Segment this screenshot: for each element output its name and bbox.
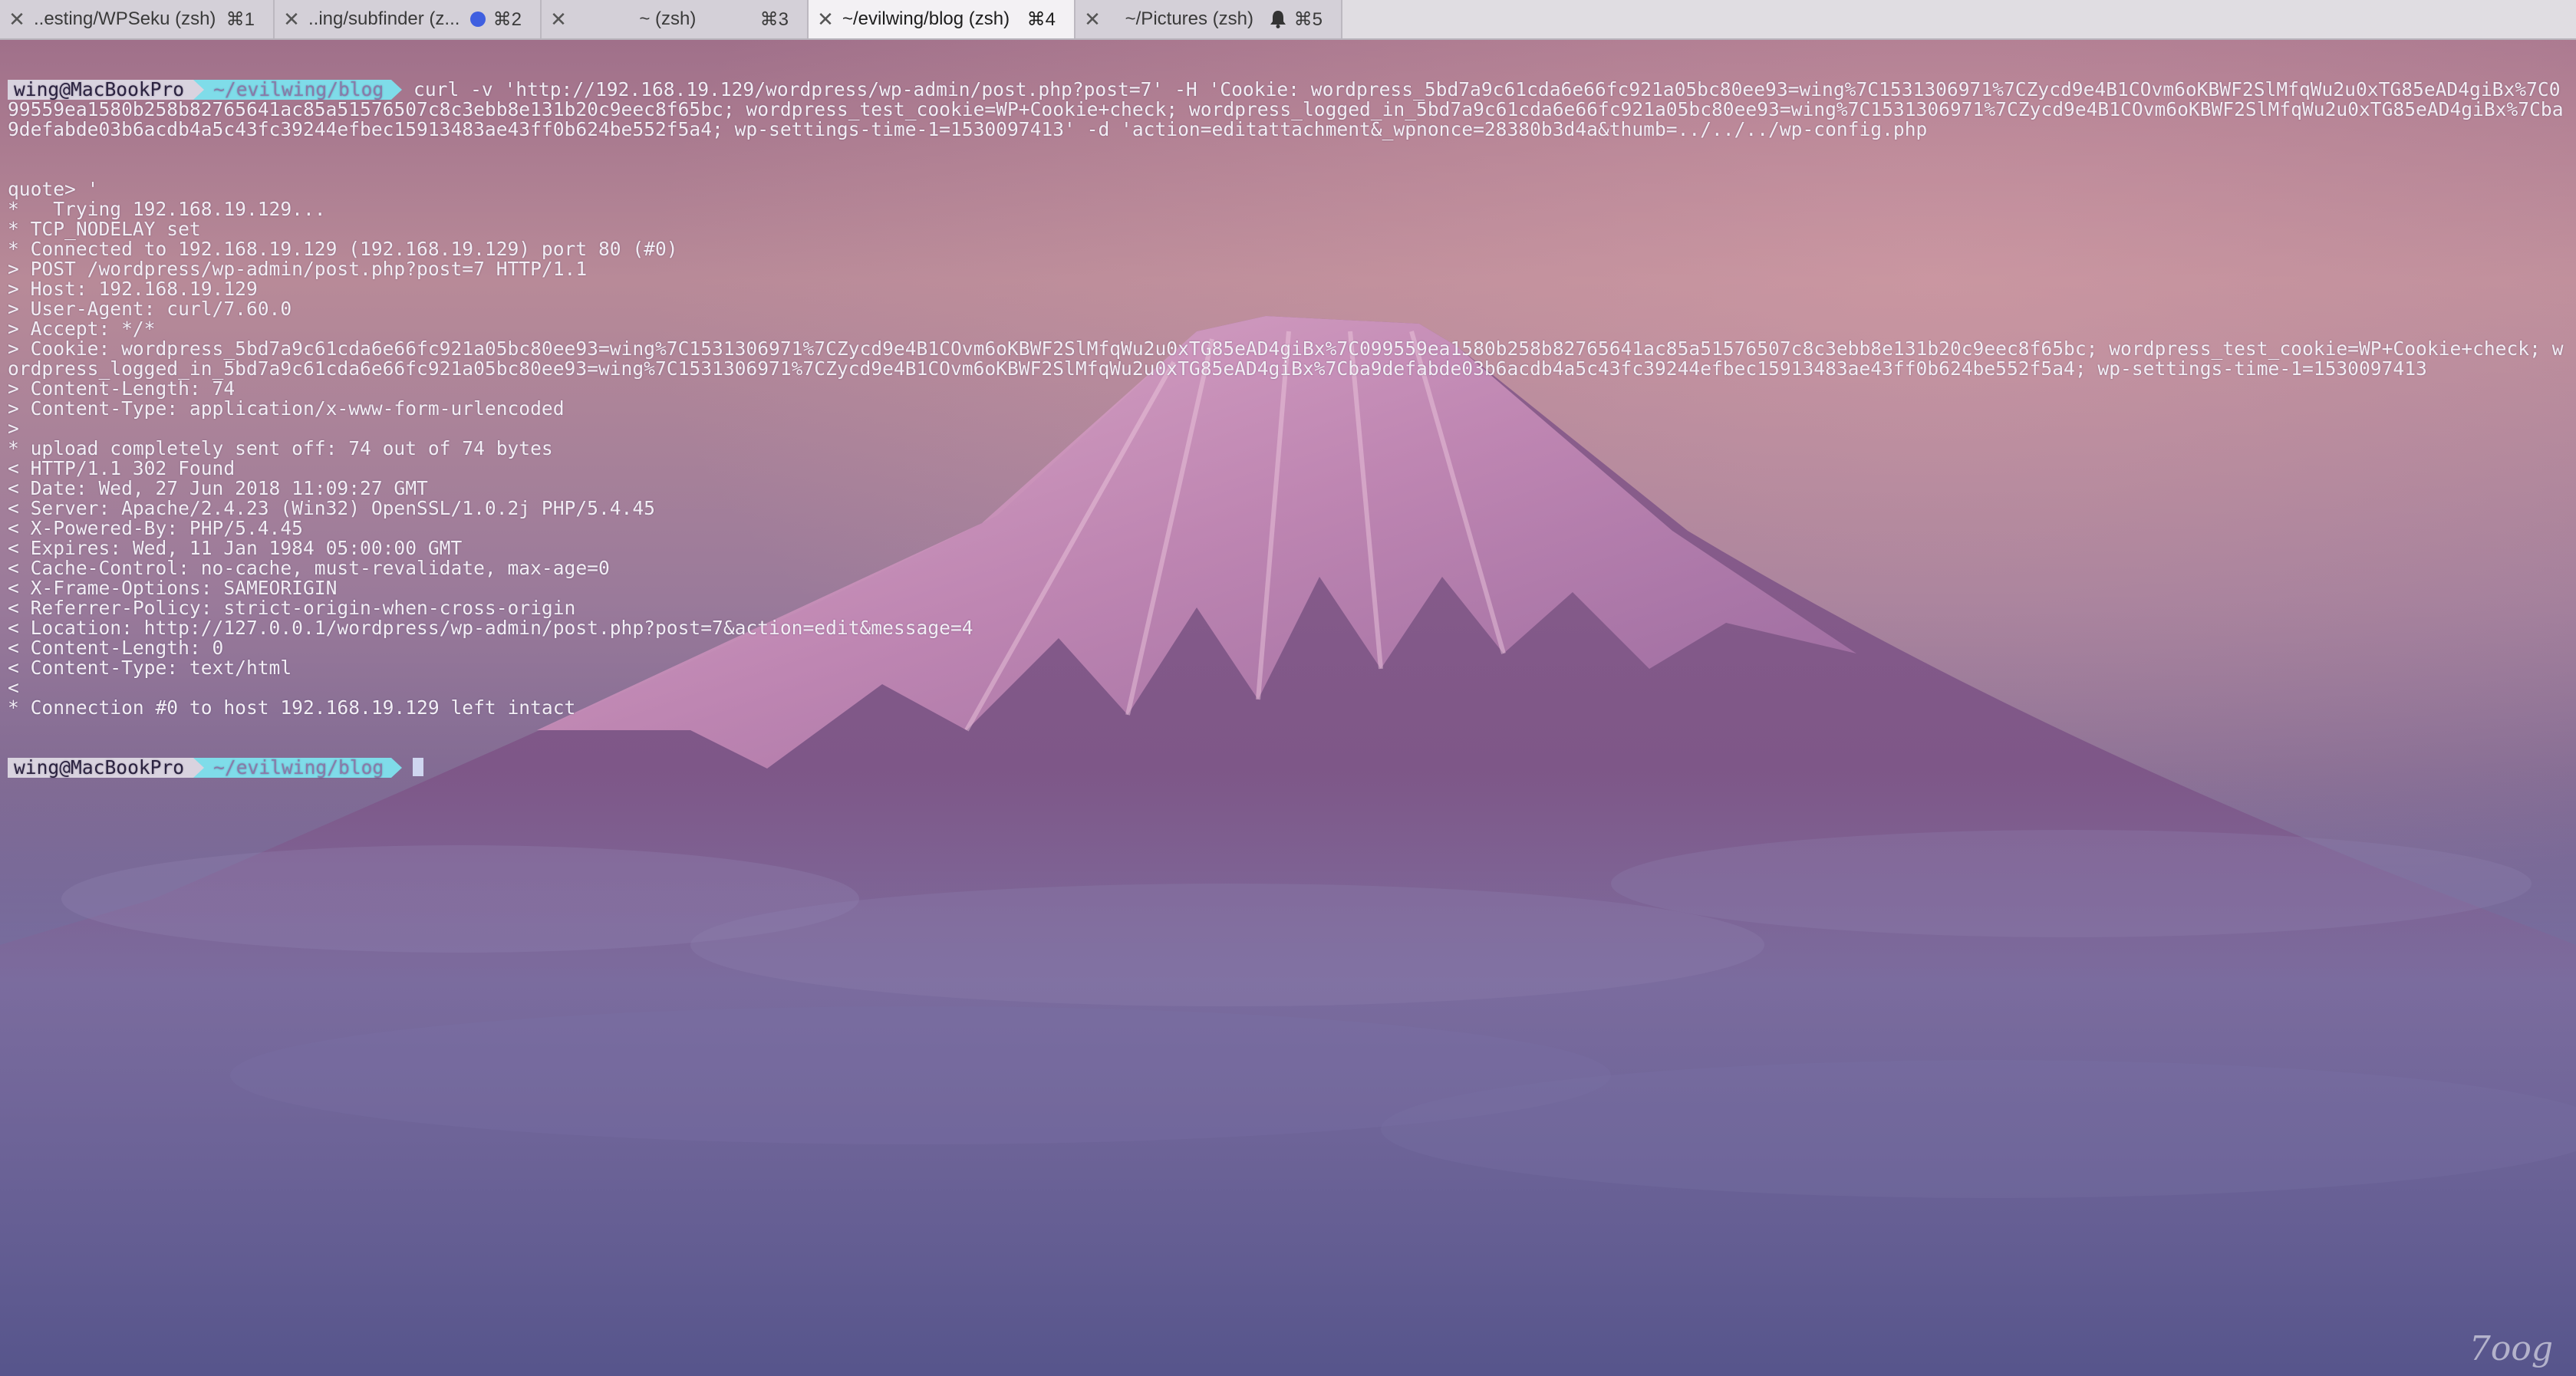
output-line: < Date: Wed, 27 Jun 2018 11:09:27 GMT xyxy=(8,477,428,499)
active-prompt-line[interactable]: wing@MacBookPro ~/evilwing/blog xyxy=(8,758,2570,778)
close-tab-icon[interactable]: ✕ xyxy=(275,8,308,31)
terminal-tab-bar: ✕ ..esting/WPSeku (zsh) ⌘1 ✕ ..ing/subfi… xyxy=(0,0,2576,40)
tab-title: ~ (zsh) xyxy=(639,8,697,29)
command-line: wing@MacBookPro ~/evilwing/blog curl -v '… xyxy=(8,80,2570,140)
tab-4[interactable]: ✕ ~/evilwing/blog (zsh) ⌘4 xyxy=(809,0,1076,38)
output-line: < Referrer-Policy: strict-origin-when-cr… xyxy=(8,597,576,619)
prompt-directory: ~/evilwing/blog xyxy=(204,758,392,778)
tab-3[interactable]: ✕ ~ (zsh) ⌘3 xyxy=(542,0,809,38)
output-line: > Cookie: wordpress_5bd7a9c61cda6e66fc92… xyxy=(8,337,2564,380)
output-line: * upload completely sent off: 74 out of … xyxy=(8,437,553,459)
output-line: < HTTP/1.1 302 Found xyxy=(8,457,236,479)
tab-bar-empty-area[interactable] xyxy=(1342,0,2576,38)
close-tab-icon[interactable]: ✕ xyxy=(542,8,575,31)
output-line: quote> ' xyxy=(8,178,99,200)
output-line: > xyxy=(8,417,19,439)
tab-shortcut: ⌘4 xyxy=(1026,8,1056,30)
output-line: < X-Frame-Options: SAMEORIGIN xyxy=(8,577,338,599)
tab-shortcut: ⌘5 xyxy=(1293,8,1323,30)
output-line: < Content-Type: text/html xyxy=(8,657,292,679)
close-tab-icon[interactable]: ✕ xyxy=(809,8,842,31)
prompt-user: wing@MacBookPro xyxy=(8,80,194,100)
output-line: > User-Agent: curl/7.60.0 xyxy=(8,298,292,320)
prompt-user: wing@MacBookPro xyxy=(8,758,194,778)
output-line: < Location: http://127.0.0.1/wordpress/w… xyxy=(8,617,973,639)
tab-shortcut: ⌘2 xyxy=(492,8,522,30)
output-line: * Connected to 192.168.19.129 (192.168.1… xyxy=(8,238,678,260)
bell-icon xyxy=(1270,11,1286,28)
close-tab-icon[interactable]: ✕ xyxy=(0,8,34,31)
output-line: < Server: Apache/2.4.23 (Win32) OpenSSL/… xyxy=(8,497,655,519)
tab-1[interactable]: ✕ ..esting/WPSeku (zsh) ⌘1 xyxy=(0,0,275,38)
output-line: < Cache-Control: no-cache, must-revalida… xyxy=(8,557,610,579)
tab-2[interactable]: ✕ ..ing/subfinder (z... ⌘2 xyxy=(275,0,542,38)
output-line: < Expires: Wed, 11 Jan 1984 05:00:00 GMT xyxy=(8,537,463,559)
activity-dot-icon xyxy=(469,12,486,27)
output-line: < Content-Length: 0 xyxy=(8,637,224,659)
output-line: < xyxy=(8,676,19,699)
output-line: * Trying 192.168.19.129... xyxy=(8,198,326,220)
tab-title: ~/Pictures (zsh) xyxy=(1125,8,1254,29)
prompt-separator-icon xyxy=(391,80,403,100)
terminal-output[interactable]: wing@MacBookPro ~/evilwing/blog curl -v '… xyxy=(8,40,2570,798)
tab-title: ..esting/WPSeku (zsh) xyxy=(34,8,216,29)
tab-shortcut: ⌘1 xyxy=(226,8,255,30)
output-line: > Content-Length: 74 xyxy=(8,377,236,400)
output-line: < X-Powered-By: PHP/5.4.45 xyxy=(8,517,303,539)
tab-title: ..ing/subfinder (z... xyxy=(308,8,460,29)
prompt-separator-icon xyxy=(193,758,205,778)
text-cursor xyxy=(413,758,424,776)
output-line: > Host: 192.168.19.129 xyxy=(8,278,258,300)
close-tab-icon[interactable]: ✕ xyxy=(1076,8,1109,31)
tab-shortcut: ⌘3 xyxy=(759,8,789,30)
tab-title: ~/evilwing/blog (zsh) xyxy=(842,8,1010,29)
prompt-separator-icon xyxy=(193,80,205,100)
output-line: * TCP_NODELAY set xyxy=(8,218,201,240)
watermark: 7oog xyxy=(2469,1329,2553,1368)
output-line: > POST /wordpress/wp-admin/post.php?post… xyxy=(8,258,588,280)
output-line: * Connection #0 to host 192.168.19.129 l… xyxy=(8,696,576,719)
prompt-directory: ~/evilwing/blog xyxy=(204,80,392,100)
output-line: > Content-Type: application/x-www-form-u… xyxy=(8,397,565,420)
output-line: > Accept: */* xyxy=(8,318,156,340)
tab-5[interactable]: ✕ ~/Pictures (zsh) ⌘5 xyxy=(1076,0,1342,38)
prompt-separator-icon xyxy=(391,758,403,778)
command-output: quote> ' * Trying 192.168.19.129... * TCP_… xyxy=(8,179,2570,718)
